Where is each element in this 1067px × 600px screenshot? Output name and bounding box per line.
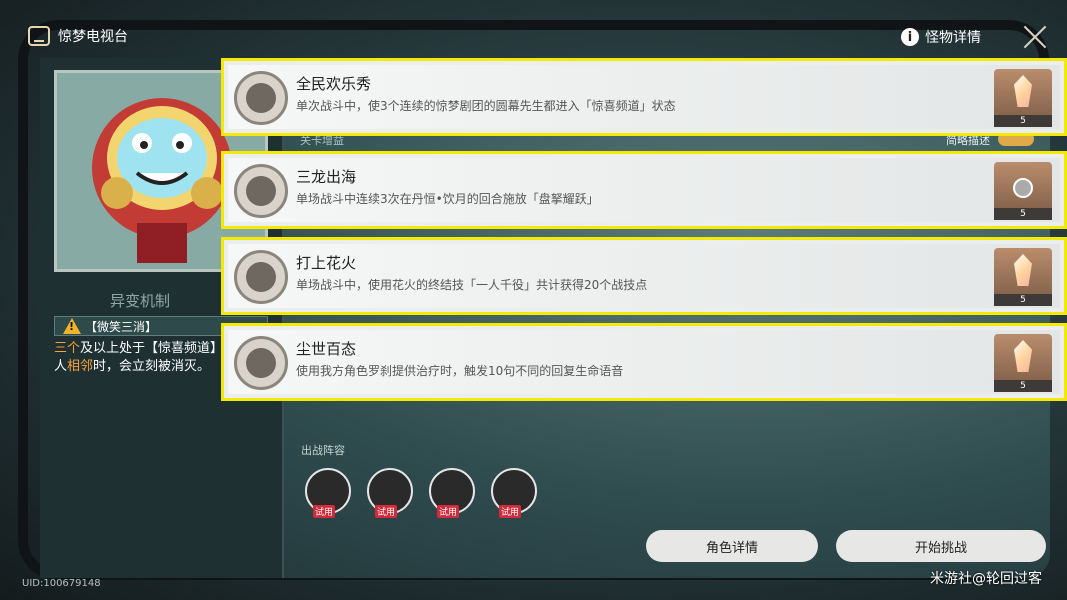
mechanic-text-part-3: 人: [54, 359, 68, 374]
achievement-desc: 单场战斗中连续3次在丹恒•饮月的回合施放「盘拏耀跃」: [296, 192, 599, 206]
monster-info-button[interactable]: i 怪物详情: [901, 27, 981, 47]
monster-info-label: 怪物详情: [925, 30, 981, 46]
achievement-title: 尘世百态: [296, 340, 357, 358]
team-member-avatar[interactable]: 试用: [305, 468, 351, 518]
reward-count: 5: [994, 380, 1052, 392]
reward-count: 5: [994, 294, 1052, 306]
team-member-avatar[interactable]: 试用: [491, 468, 537, 518]
trial-tag: 试用: [313, 505, 336, 518]
achievement-title: 全民欢乐秀: [296, 75, 372, 93]
team-member-avatar[interactable]: 试用: [367, 468, 413, 518]
achievement-card[interactable]: 尘世百态 使用我方角色罗刹提供治疗时，触发10句不同的回复生命语音 5: [221, 323, 1067, 401]
character-details-button[interactable]: 角色详情: [646, 530, 818, 562]
crystal-icon: [1014, 254, 1032, 286]
check-icon: [1013, 178, 1033, 198]
crystal-icon: [1014, 340, 1032, 372]
team-label: 出战阵容: [301, 444, 345, 457]
achievement-emblem-icon: [234, 71, 288, 125]
achievement-card[interactable]: 打上花火 单场战斗中，使用花火的终结技「一人千役」共计获得20个战技点 5: [221, 237, 1067, 315]
close-icon[interactable]: [1022, 24, 1048, 50]
reward-item[interactable]: 5: [994, 69, 1052, 127]
achievement-title: 三龙出海: [296, 168, 357, 186]
mechanic-text-part-4: 相邻: [67, 359, 94, 374]
achievement-card[interactable]: 三龙出海 单场战斗中连续3次在丹恒•饮月的回合施放「盘拏耀跃」 5: [221, 151, 1067, 229]
reward-item[interactable]: 5: [994, 248, 1052, 306]
achievement-title: 打上花火: [296, 254, 357, 272]
achievement-desc: 使用我方角色罗刹提供治疗时，触发10句不同的回复生命语音: [296, 364, 624, 378]
mechanic-title: 异变机制: [110, 290, 170, 311]
trial-tag: 试用: [437, 505, 460, 518]
mechanic-text-part-2: 及以上处于【惊喜频道】: [80, 341, 224, 356]
reward-count: 5: [994, 115, 1052, 127]
mechanic-text-part-1: 三个: [54, 341, 81, 356]
achievement-desc: 单次战斗中，使3个连续的惊梦剧团的圆幕先生都进入「惊喜频道」状态: [296, 99, 676, 113]
watermark: 米游社@轮回过客: [930, 571, 1042, 587]
crystal-icon: [1014, 75, 1032, 107]
character-details-label: 角色详情: [705, 540, 758, 556]
team-list: 试用 试用 试用 试用: [305, 468, 537, 518]
warning-icon: [63, 318, 81, 334]
achievement-emblem-icon: [234, 336, 288, 390]
uid-label: UID:100679148: [22, 578, 101, 589]
page-title-text: 惊梦电视台: [58, 29, 128, 45]
start-challenge-label: 开始挑战: [914, 540, 967, 556]
info-icon: i: [901, 28, 919, 46]
achievement-card-body: 打上花火 单场战斗中，使用花火的终结技「一人千役」共计获得20个战技点 5: [228, 244, 1060, 308]
achievement-card[interactable]: 全民欢乐秀 单次战斗中，使3个连续的惊梦剧团的圆幕先生都进入「惊喜频道」状态 5: [221, 58, 1067, 136]
achievement-emblem-icon: [234, 250, 288, 304]
reward-count: 5: [994, 208, 1052, 220]
reward-item[interactable]: 5: [994, 162, 1052, 220]
mechanic-title-text: 异变机制: [110, 292, 171, 310]
team-member-avatar[interactable]: 试用: [429, 468, 475, 518]
mechanic-name: 【微笑三消】: [85, 319, 158, 334]
trial-tag: 试用: [499, 505, 522, 518]
mechanic-text-part-5: 时，会立刻被消灭。: [93, 359, 211, 374]
achievement-emblem-icon: [234, 164, 288, 218]
tv-icon: [28, 26, 50, 46]
achievement-card-body: 尘世百态 使用我方角色罗刹提供治疗时，触发10句不同的回复生命语音 5: [228, 330, 1060, 394]
reward-item[interactable]: 5: [994, 334, 1052, 392]
trial-tag: 试用: [375, 505, 398, 518]
achievement-card-body: 全民欢乐秀 单次战斗中，使3个连续的惊梦剧团的圆幕先生都进入「惊喜频道」状态 5: [228, 65, 1060, 129]
start-challenge-button[interactable]: 开始挑战: [836, 530, 1046, 562]
page-title: 惊梦电视台: [28, 26, 128, 46]
achievement-card-body: 三龙出海 单场战斗中连续3次在丹恒•饮月的回合施放「盘拏耀跃」 5: [228, 158, 1060, 222]
achievement-desc: 单场战斗中，使用花火的终结技「一人千役」共计获得20个战技点: [296, 278, 648, 292]
